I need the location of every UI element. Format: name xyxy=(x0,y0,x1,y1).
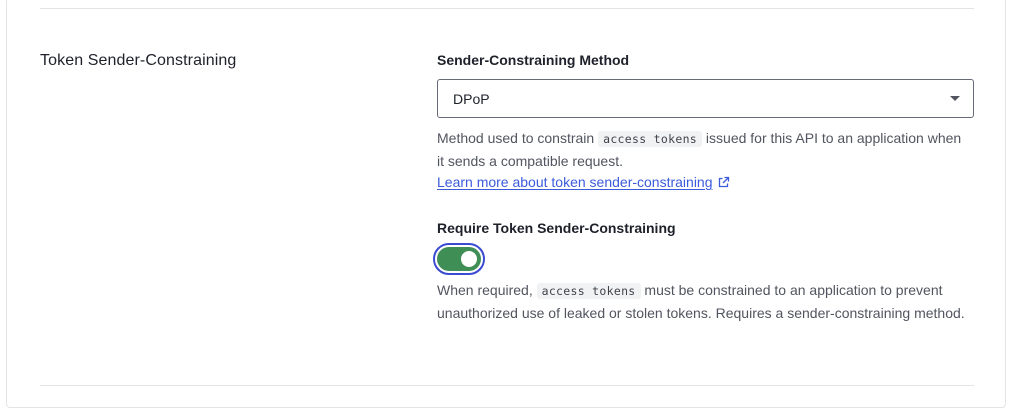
section-title: Token Sender-Constraining xyxy=(40,52,237,69)
learn-more-link-text: Learn more about token sender-constraini… xyxy=(437,174,713,190)
require-help-text: When required, access tokens must be con… xyxy=(437,279,967,324)
require-toggle[interactable] xyxy=(437,247,481,271)
require-label: Require Token Sender-Constraining xyxy=(437,220,676,236)
method-label: Sender-Constraining Method xyxy=(437,52,630,68)
method-help-before: Method used to constrain xyxy=(437,130,599,146)
method-select[interactable]: DPoP xyxy=(437,79,974,118)
method-select-value: DPoP xyxy=(453,90,490,107)
toggle-knob xyxy=(461,251,477,267)
require-help-before: When required, xyxy=(437,282,537,298)
method-help-code: access tokens xyxy=(598,131,703,147)
method-help-text: Method used to constrain access tokens i… xyxy=(437,127,967,172)
top-divider xyxy=(40,8,974,9)
chevron-down-icon xyxy=(950,96,960,101)
bottom-divider xyxy=(40,385,974,386)
external-link-icon xyxy=(717,176,730,189)
learn-more-link[interactable]: Learn more about token sender-constraini… xyxy=(437,171,730,193)
require-help-code: access tokens xyxy=(536,283,641,299)
